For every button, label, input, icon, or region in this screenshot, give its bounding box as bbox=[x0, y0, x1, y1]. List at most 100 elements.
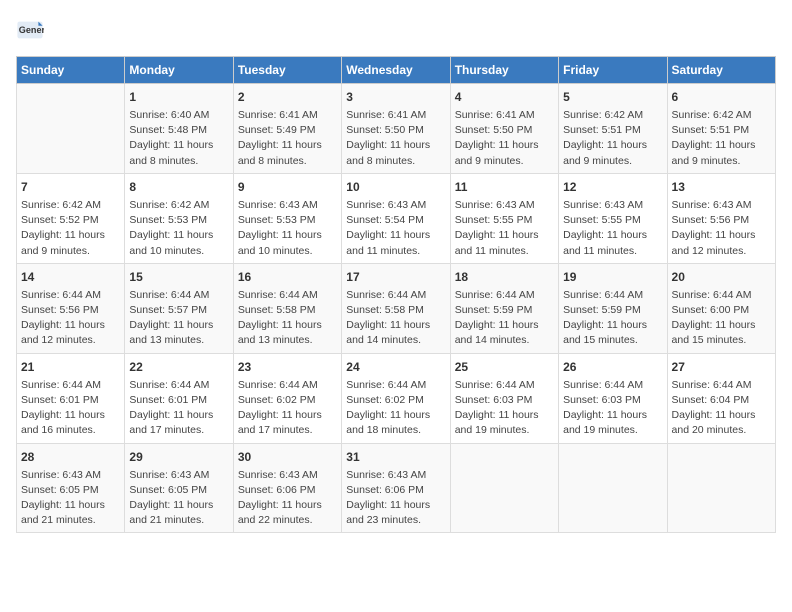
day-number: 3 bbox=[346, 88, 445, 106]
calendar-cell: 7 Sunrise: 6:42 AM Sunset: 5:52 PM Daylig… bbox=[17, 173, 125, 263]
page-header: General bbox=[16, 16, 776, 44]
calendar-cell: 2Sunrise: 6:41 AM Sunset: 5:49 PM Daylig… bbox=[233, 84, 341, 174]
cell-content: Sunrise: 6:43 AM Sunset: 6:05 PM Dayligh… bbox=[129, 468, 228, 529]
calendar-cell: 28Sunrise: 6:43 AM Sunset: 6:05 PM Dayli… bbox=[17, 443, 125, 533]
cell-content: Sunrise: 6:44 AM Sunset: 6:03 PM Dayligh… bbox=[563, 378, 662, 439]
calendar-cell bbox=[450, 443, 558, 533]
day-number: 29 bbox=[129, 448, 228, 466]
calendar-cell: 15Sunrise: 6:44 AM Sunset: 5:57 PM Dayli… bbox=[125, 263, 233, 353]
calendar-cell: 31 Sunrise: 6:43 AM Sunset: 6:06 PM Dayli… bbox=[342, 443, 450, 533]
day-number: 27 bbox=[672, 358, 771, 376]
calendar-cell: 11 Sunrise: 6:43 AM Sunset: 5:55 PM Dayli… bbox=[450, 173, 558, 263]
day-number: 25 bbox=[455, 358, 554, 376]
calendar-cell bbox=[667, 443, 775, 533]
day-number: 12 bbox=[563, 178, 662, 196]
logo: General bbox=[16, 16, 48, 44]
calendar-cell: 23Sunrise: 6:44 AM Sunset: 6:02 PM Dayli… bbox=[233, 353, 341, 443]
cell-content: Sunrise: 6:43 AM Sunset: 6:05 PM Dayligh… bbox=[21, 468, 120, 529]
calendar-cell: 18Sunrise: 6:44 AM Sunset: 5:59 PM Dayli… bbox=[450, 263, 558, 353]
calendar-cell: 29 Sunrise: 6:43 AM Sunset: 6:05 PM Dayli… bbox=[125, 443, 233, 533]
day-number: 18 bbox=[455, 268, 554, 286]
day-number: 6 bbox=[672, 88, 771, 106]
calendar-cell: 27 Sunrise: 6:44 AM Sunset: 6:04 PM Dayli… bbox=[667, 353, 775, 443]
cell-content: Sunrise: 6:44 AM Sunset: 6:01 PM Dayligh… bbox=[129, 378, 228, 439]
calendar-cell bbox=[559, 443, 667, 533]
calendar-cell: 13 Sunrise: 6:43 AM Sunset: 5:56 PM Dayli… bbox=[667, 173, 775, 263]
cell-content: Sunrise: 6:44 AM Sunset: 5:58 PM Dayligh… bbox=[346, 288, 445, 349]
cell-content: Sunrise: 6:44 AM Sunset: 6:04 PM Dayligh… bbox=[672, 378, 771, 439]
calendar-week-2: 7 Sunrise: 6:42 AM Sunset: 5:52 PM Daylig… bbox=[17, 173, 776, 263]
cell-content: Sunrise: 6:43 AM Sunset: 6:06 PM Dayligh… bbox=[238, 468, 337, 529]
day-number: 30 bbox=[238, 448, 337, 466]
day-number: 21 bbox=[21, 358, 120, 376]
cell-content: Sunrise: 6:41 AM Sunset: 5:49 PM Dayligh… bbox=[238, 108, 337, 169]
calendar-week-4: 21 Sunrise: 6:44 AM Sunset: 6:01 PM Dayli… bbox=[17, 353, 776, 443]
cell-content: Sunrise: 6:44 AM Sunset: 5:58 PM Dayligh… bbox=[238, 288, 337, 349]
calendar-cell: 20Sunrise: 6:44 AM Sunset: 6:00 PM Dayli… bbox=[667, 263, 775, 353]
cell-content: Sunrise: 6:44 AM Sunset: 6:01 PM Dayligh… bbox=[21, 378, 120, 439]
logo-icon: General bbox=[16, 16, 44, 44]
calendar-cell: 10Sunrise: 6:43 AM Sunset: 5:54 PM Dayli… bbox=[342, 173, 450, 263]
column-header-monday: Monday bbox=[125, 57, 233, 84]
day-number: 8 bbox=[129, 178, 228, 196]
cell-content: Sunrise: 6:43 AM Sunset: 5:56 PM Dayligh… bbox=[672, 198, 771, 259]
cell-content: Sunrise: 6:44 AM Sunset: 6:03 PM Dayligh… bbox=[455, 378, 554, 439]
cell-content: Sunrise: 6:44 AM Sunset: 5:59 PM Dayligh… bbox=[563, 288, 662, 349]
cell-content: Sunrise: 6:44 AM Sunset: 6:02 PM Dayligh… bbox=[238, 378, 337, 439]
cell-content: Sunrise: 6:43 AM Sunset: 5:55 PM Dayligh… bbox=[563, 198, 662, 259]
day-number: 7 bbox=[21, 178, 120, 196]
day-number: 20 bbox=[672, 268, 771, 286]
calendar-cell: 14 Sunrise: 6:44 AM Sunset: 5:56 PM Dayli… bbox=[17, 263, 125, 353]
column-header-thursday: Thursday bbox=[450, 57, 558, 84]
day-number: 15 bbox=[129, 268, 228, 286]
cell-content: Sunrise: 6:43 AM Sunset: 6:06 PM Dayligh… bbox=[346, 468, 445, 529]
day-number: 4 bbox=[455, 88, 554, 106]
calendar-cell: 24 Sunrise: 6:44 AM Sunset: 6:02 PM Dayli… bbox=[342, 353, 450, 443]
calendar-cell: 3Sunrise: 6:41 AM Sunset: 5:50 PM Daylig… bbox=[342, 84, 450, 174]
cell-content: Sunrise: 6:43 AM Sunset: 5:53 PM Dayligh… bbox=[238, 198, 337, 259]
calendar-week-1: 1Sunrise: 6:40 AM Sunset: 5:48 PM Daylig… bbox=[17, 84, 776, 174]
calendar-cell bbox=[17, 84, 125, 174]
day-number: 31 bbox=[346, 448, 445, 466]
cell-content: Sunrise: 6:43 AM Sunset: 5:55 PM Dayligh… bbox=[455, 198, 554, 259]
calendar-cell: 16 Sunrise: 6:44 AM Sunset: 5:58 PM Dayli… bbox=[233, 263, 341, 353]
calendar-cell: 22 Sunrise: 6:44 AM Sunset: 6:01 PM Dayli… bbox=[125, 353, 233, 443]
day-number: 24 bbox=[346, 358, 445, 376]
calendar-cell: 8Sunrise: 6:42 AM Sunset: 5:53 PM Daylig… bbox=[125, 173, 233, 263]
day-number: 17 bbox=[346, 268, 445, 286]
cell-content: Sunrise: 6:44 AM Sunset: 6:02 PM Dayligh… bbox=[346, 378, 445, 439]
cell-content: Sunrise: 6:42 AM Sunset: 5:51 PM Dayligh… bbox=[563, 108, 662, 169]
column-header-tuesday: Tuesday bbox=[233, 57, 341, 84]
cell-content: Sunrise: 6:42 AM Sunset: 5:52 PM Dayligh… bbox=[21, 198, 120, 259]
calendar-cell: 30 Sunrise: 6:43 AM Sunset: 6:06 PM Dayli… bbox=[233, 443, 341, 533]
cell-content: Sunrise: 6:41 AM Sunset: 5:50 PM Dayligh… bbox=[455, 108, 554, 169]
calendar-cell: 19 Sunrise: 6:44 AM Sunset: 5:59 PM Dayli… bbox=[559, 263, 667, 353]
day-number: 22 bbox=[129, 358, 228, 376]
calendar-cell: 17 Sunrise: 6:44 AM Sunset: 5:58 PM Dayli… bbox=[342, 263, 450, 353]
calendar-header-row: SundayMondayTuesdayWednesdayThursdayFrid… bbox=[17, 57, 776, 84]
calendar-week-5: 28Sunrise: 6:43 AM Sunset: 6:05 PM Dayli… bbox=[17, 443, 776, 533]
calendar-cell: 25 Sunrise: 6:44 AM Sunset: 6:03 PM Dayli… bbox=[450, 353, 558, 443]
day-number: 9 bbox=[238, 178, 337, 196]
column-header-wednesday: Wednesday bbox=[342, 57, 450, 84]
column-header-sunday: Sunday bbox=[17, 57, 125, 84]
day-number: 19 bbox=[563, 268, 662, 286]
svg-text:General: General bbox=[19, 25, 44, 35]
calendar-cell: 1Sunrise: 6:40 AM Sunset: 5:48 PM Daylig… bbox=[125, 84, 233, 174]
day-number: 14 bbox=[21, 268, 120, 286]
calendar-cell: 12 Sunrise: 6:43 AM Sunset: 5:55 PM Dayli… bbox=[559, 173, 667, 263]
calendar-cell: 26Sunrise: 6:44 AM Sunset: 6:03 PM Dayli… bbox=[559, 353, 667, 443]
calendar-cell: 4 Sunrise: 6:41 AM Sunset: 5:50 PM Daylig… bbox=[450, 84, 558, 174]
cell-content: Sunrise: 6:44 AM Sunset: 5:56 PM Dayligh… bbox=[21, 288, 120, 349]
day-number: 13 bbox=[672, 178, 771, 196]
calendar-cell: 6Sunrise: 6:42 AM Sunset: 5:51 PM Daylig… bbox=[667, 84, 775, 174]
cell-content: Sunrise: 6:43 AM Sunset: 5:54 PM Dayligh… bbox=[346, 198, 445, 259]
day-number: 16 bbox=[238, 268, 337, 286]
calendar-cell: 21 Sunrise: 6:44 AM Sunset: 6:01 PM Dayli… bbox=[17, 353, 125, 443]
column-header-friday: Friday bbox=[559, 57, 667, 84]
calendar-table: SundayMondayTuesdayWednesdayThursdayFrid… bbox=[16, 56, 776, 533]
calendar-cell: 9 Sunrise: 6:43 AM Sunset: 5:53 PM Daylig… bbox=[233, 173, 341, 263]
cell-content: Sunrise: 6:40 AM Sunset: 5:48 PM Dayligh… bbox=[129, 108, 228, 169]
calendar-week-3: 14 Sunrise: 6:44 AM Sunset: 5:56 PM Dayli… bbox=[17, 263, 776, 353]
day-number: 11 bbox=[455, 178, 554, 196]
